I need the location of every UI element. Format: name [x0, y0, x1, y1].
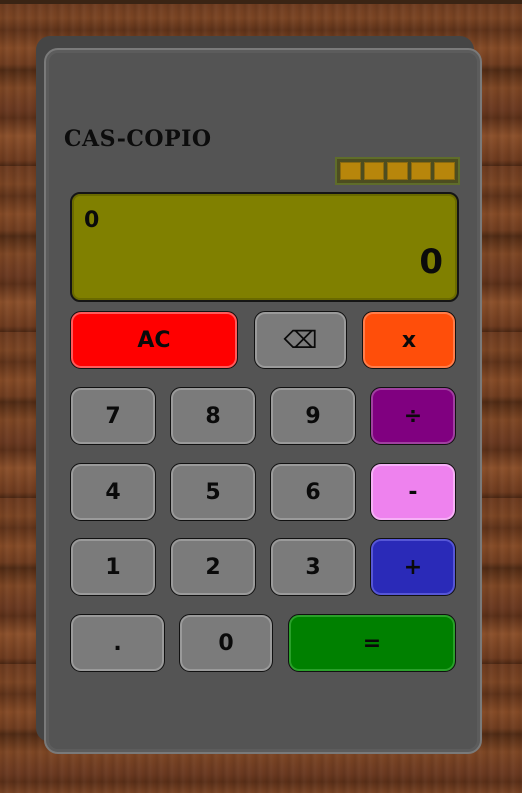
solar-cell: [434, 162, 455, 180]
digit-0-button[interactable]: 0: [179, 614, 273, 672]
decimal-button[interactable]: .: [70, 614, 165, 672]
background-top-strip: [0, 0, 522, 4]
divide-button[interactable]: ÷: [370, 387, 456, 445]
subtract-button[interactable]: -: [370, 463, 456, 521]
solar-cell: [410, 162, 432, 180]
backspace-button[interactable]: ⌫: [254, 311, 347, 369]
digit-1-button[interactable]: 1: [70, 538, 156, 596]
solar-panel: [335, 157, 460, 185]
digit-6-button[interactable]: 6: [270, 463, 356, 521]
digit-9-button[interactable]: 9: [270, 387, 356, 445]
solar-cell: [340, 162, 361, 180]
multiply-button[interactable]: x: [362, 311, 456, 369]
digit-4-button[interactable]: 4: [70, 463, 156, 521]
display-screen: 0 0: [70, 192, 459, 302]
digit-2-button[interactable]: 2: [170, 538, 256, 596]
equals-button[interactable]: =: [288, 614, 456, 672]
display-expression: 0: [84, 208, 100, 233]
solar-cell: [363, 162, 385, 180]
brand-label: CAS-COPIO: [64, 126, 212, 152]
digit-7-button[interactable]: 7: [70, 387, 156, 445]
digit-8-button[interactable]: 8: [170, 387, 256, 445]
solar-cell: [387, 162, 408, 180]
add-button[interactable]: +: [370, 538, 456, 596]
backspace-icon: ⌫: [283, 326, 318, 354]
clear-button[interactable]: AC: [70, 311, 238, 369]
digit-5-button[interactable]: 5: [170, 463, 256, 521]
display-result: 0: [419, 242, 443, 282]
digit-3-button[interactable]: 3: [270, 538, 356, 596]
calculator-body: CAS-COPIO 0 0 AC ⌫ x 7 8 9 ÷ 4 5 6 - 1 2…: [44, 48, 482, 754]
